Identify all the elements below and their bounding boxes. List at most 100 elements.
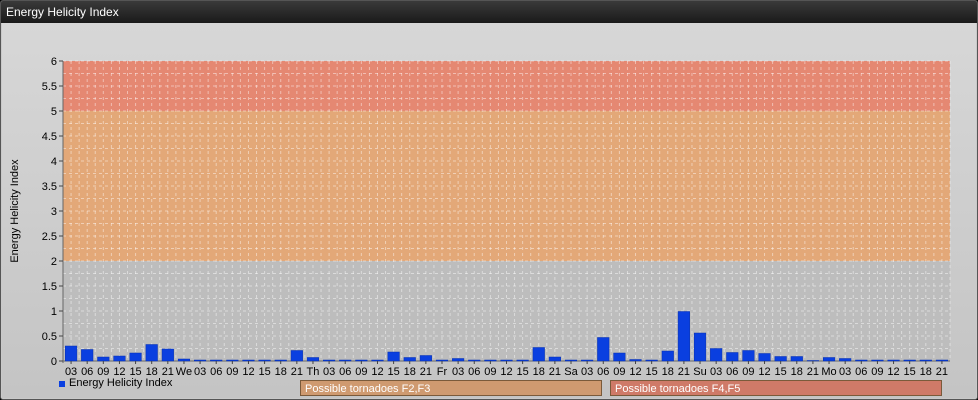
x-tick-label: 21 [420,366,432,378]
x-tick-label: 15 [646,366,658,378]
bar [210,359,223,362]
x-tick-label: 15 [775,366,787,378]
bar [194,359,207,362]
legend-label: Energy Helicity Index [69,377,173,389]
x-tick-label: 03 [839,366,851,378]
bar [564,359,578,362]
x-tick-label: 12 [500,366,512,378]
x-tick-label: 21 [549,366,561,378]
bar [645,359,658,362]
band-label-f4-f5-text: Possible tornadoes F4,F5 [615,383,741,395]
legend-swatch [59,381,65,387]
bar [258,359,271,362]
bar [387,351,400,362]
x-tick-label: 18 [404,366,416,378]
bar [806,360,819,362]
bar [323,359,336,362]
bar [677,311,690,362]
bar [161,348,174,362]
bar [113,355,126,362]
x-tick-label: 12 [887,366,899,378]
x-tick-label: 06 [339,366,351,378]
bar [484,359,497,362]
bar [145,344,158,362]
bar [693,332,707,362]
x-tick-label: 18 [533,366,545,378]
x-tick-label: 15 [517,366,529,378]
bar [435,359,449,362]
bar [532,347,545,362]
bar [790,356,803,362]
bar [403,357,416,362]
bar [371,359,384,362]
x-tick-label: 06 [726,366,738,378]
x-tick-label: 18 [275,366,287,378]
bar [81,349,94,362]
bar [548,356,561,362]
x-tick-label: 12 [629,366,641,378]
bar [242,359,255,362]
x-tick-label: 03 [710,366,722,378]
x-tick-label: 21 [807,366,819,378]
x-tick-label: 18 [662,366,674,378]
x-tick-label: 09 [484,366,496,378]
x-tick-label: 12 [758,366,770,378]
window-title: Energy Helicity Index [6,5,119,19]
bar [226,359,239,362]
y-tick-label: 1 [51,306,57,318]
bar [468,359,481,362]
x-tick-label: 03 [323,366,335,378]
x-tick-label: 09 [871,366,883,378]
y-tick-label: 2 [51,256,57,268]
y-tick-label: 4 [51,156,57,168]
x-tick-label: 21 [936,366,948,378]
y-tick-label: 5.5 [42,81,57,93]
y-tick-label: 5 [51,106,57,118]
bar-chart: 0 0.5 1 1.5 2 2.5 3 3.5 4 4.5 5 5.5 6 Energy Helicity… [9,56,951,378]
bar [500,359,513,362]
x-tick-label: 09 [355,366,367,378]
window-titlebar: Energy Helicity Index [1,1,977,23]
bar [452,358,465,362]
band-label-f2-f3-text: Possible tornadoes F2,F3 [305,383,431,395]
bar [65,345,78,362]
bar [516,359,529,362]
bar [903,359,916,362]
x-tick-label: 21 [291,366,303,378]
x-tick-label: 09 [613,366,625,378]
x-tick-label: 06 [468,366,480,378]
x-tick-label: 06 [855,366,867,378]
bar [581,359,594,362]
bar [661,350,674,362]
y-tick-label: 0 [51,356,57,368]
x-tick-label: Fr [437,366,448,378]
band-label-f4-f5: Possible tornadoes F4,F5 [610,380,942,396]
bar [97,356,110,362]
bar [306,357,320,362]
bar [822,357,836,362]
x-tick-label: 12 [242,366,254,378]
bar [613,352,626,362]
bar [742,350,755,362]
x-tick-label: 15 [258,366,270,378]
bar [758,353,771,362]
x-tick-label: 09 [226,366,238,378]
y-tick-label: 2.5 [42,231,57,243]
x-tick-label: 15 [904,366,916,378]
bar [274,359,287,362]
x-tick-label: 21 [678,366,690,378]
x-tick-label: Sa [564,366,578,378]
x-tick-label: 15 [387,366,399,378]
x-tick-label: 18 [791,366,803,378]
bar [290,350,303,362]
bar [129,352,142,362]
y-axis-label: Energy Helicity Index [9,159,21,263]
bar [839,358,852,362]
y-tick-label: 0.5 [42,331,57,343]
x-tick-label: We [176,366,192,378]
x-tick-label: 12 [371,366,383,378]
band-label-f2-f3: Possible tornadoes F2,F3 [300,380,602,396]
y-tick-label: 6 [51,56,57,68]
bar [935,359,948,362]
x-tick-label: Th [307,366,320,378]
